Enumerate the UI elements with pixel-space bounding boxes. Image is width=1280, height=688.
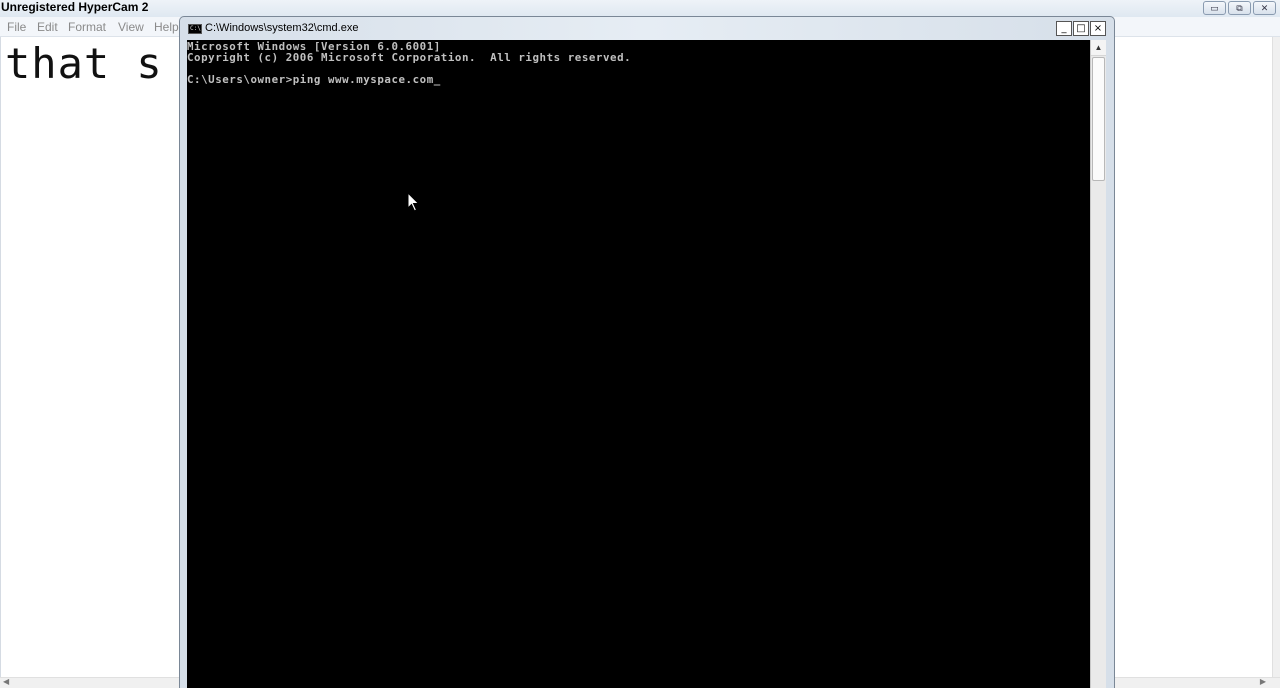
hypercam-watermark: Unregistered HyperCam 2 (1, 0, 149, 14)
background-close-button[interactable]: ✕ (1253, 1, 1276, 15)
menu-help[interactable]: Help (154, 20, 179, 34)
scroll-left-icon[interactable]: ◀ (3, 677, 9, 686)
cmd-maximize-button[interactable]: □ (1073, 21, 1089, 36)
cmd-window-title: C:\Windows\system32\cmd.exe (205, 22, 359, 34)
console-line-prompt: C:\Users\owner>ping www.myspace.com_ (187, 74, 1091, 85)
background-restore-button[interactable]: ⧉ (1228, 1, 1251, 15)
cmd-app-icon[interactable]: C:\ (188, 24, 202, 34)
cmd-window: C:\ C:\Windows\system32\cmd.exe _ □ × Mi… (179, 16, 1115, 688)
background-vertical-scrollbar[interactable] (1272, 37, 1280, 677)
cmd-vertical-scrollbar[interactable]: ▲ (1090, 40, 1106, 688)
cmd-minimize-button[interactable]: _ (1056, 21, 1072, 36)
menu-edit[interactable]: Edit (37, 20, 58, 34)
background-caption-buttons: ▭ ⧉ ✕ (1203, 1, 1276, 15)
console-cursor: _ (433, 73, 441, 86)
scroll-up-icon[interactable]: ▲ (1091, 40, 1106, 56)
console-line-copyright: Copyright (c) 2006 Microsoft Corporation… (187, 51, 632, 64)
cmd-caption-buttons: _ □ × (1056, 21, 1106, 36)
cmd-console[interactable]: Microsoft Windows [Version 6.0.6001] Cop… (187, 40, 1091, 688)
background-minimize-button[interactable]: ▭ (1203, 1, 1226, 15)
console-command-text: C:\Users\owner>ping www.myspace.com (187, 73, 434, 86)
scroll-right-icon[interactable]: ▶ (1260, 677, 1266, 686)
cmd-close-button[interactable]: × (1090, 21, 1106, 36)
background-titlebar[interactable]: Unregistered HyperCam 2 ▭ ⧉ ✕ (0, 0, 1280, 17)
cmd-scroll-thumb[interactable] (1092, 57, 1105, 181)
menu-view[interactable]: View (118, 20, 144, 34)
mouse-pointer-icon (407, 192, 420, 212)
cmd-titlebar[interactable]: C:\ C:\Windows\system32\cmd.exe _ □ × (180, 17, 1114, 39)
menu-file[interactable]: File (7, 20, 26, 34)
editor-text: that s (5, 39, 163, 88)
menu-format[interactable]: Format (68, 20, 106, 34)
